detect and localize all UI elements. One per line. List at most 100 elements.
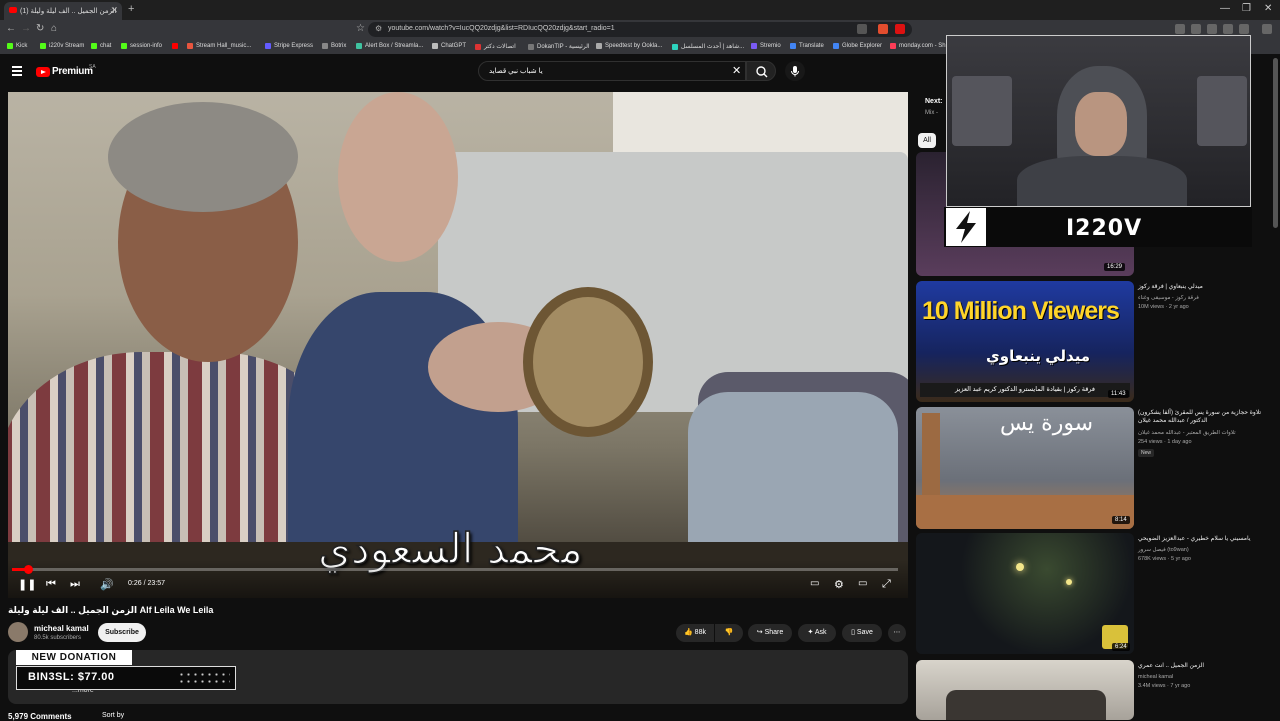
thumbs-up-icon: 👍 — [684, 629, 693, 636]
bookmark-item[interactable]: Stream Hall_music... — [187, 43, 251, 49]
bookmark-item[interactable] — [172, 43, 181, 49]
new-tab-button[interactable]: + — [128, 3, 134, 15]
bookmark-label: DokanTIP - الرئيسية — [537, 44, 590, 50]
voice-search-button[interactable] — [785, 61, 805, 81]
thumbnail-people — [946, 690, 1106, 720]
address-bar[interactable]: ⚙ youtube.com/watch?v=IucQQ20zdjg&list=R… — [368, 22, 912, 37]
theater-mode-icon[interactable]: ▭ — [858, 578, 867, 589]
ask-button[interactable]: ✦ Ask — [798, 624, 836, 642]
save-label: Save — [856, 629, 873, 636]
cast-icon[interactable] — [857, 24, 867, 34]
scrubber-handle[interactable] — [24, 565, 33, 574]
bookmark-item[interactable]: شاهد | أحدث المسلسل... — [672, 43, 744, 50]
youtube-logo-icon[interactable] — [36, 67, 50, 77]
bookmark-item[interactable]: Stripe Express — [265, 43, 313, 49]
sort-comments-button[interactable]: Sort by — [102, 712, 124, 719]
related-video-thumbnail[interactable]: سورة يس — [916, 407, 1134, 529]
bookmark-item[interactable]: Speedtest by Ookla... — [596, 43, 662, 49]
bookmark-item[interactable]: DokanTIP - الرئيسية — [528, 43, 590, 50]
bookmark-favicon-icon — [475, 43, 481, 50]
channel-avatar[interactable] — [8, 622, 28, 642]
extension-icon[interactable] — [878, 24, 888, 34]
captions-icon[interactable]: ▭ — [810, 578, 819, 589]
bookmark-item[interactable]: monday.com - Sh... — [890, 43, 951, 49]
extension-icon[interactable] — [1175, 24, 1185, 34]
bookmark-favicon-icon — [322, 43, 328, 49]
video-duration: 11:43 — [1108, 390, 1129, 398]
next-icon[interactable]: ⏭ — [70, 578, 80, 591]
home-icon[interactable]: ⌂ — [51, 23, 57, 34]
extension-icon[interactable] — [1191, 24, 1201, 34]
extension-icon[interactable] — [1223, 24, 1233, 34]
search-input[interactable]: يا شباب نبي قصايد — [478, 61, 746, 81]
bookmark-star-icon[interactable]: ☆ — [356, 23, 365, 34]
bookmark-item[interactable]: i220v Stream — [40, 43, 84, 49]
video-duration: 6:24 — [1112, 643, 1130, 651]
maximize-icon[interactable]: ❐ — [1242, 3, 1251, 14]
related-video-channel[interactable]: فيصل سرور (to9wan) — [1138, 546, 1273, 554]
minimize-icon[interactable]: — — [1220, 3, 1230, 14]
profile-icon[interactable] — [1239, 24, 1249, 34]
related-video-stats: 254 views · 1 day ago — [1138, 439, 1192, 445]
fullscreen-icon[interactable]: ⤢ — [882, 578, 891, 591]
related-video-channel[interactable]: micheal kamal — [1138, 673, 1273, 681]
settings-gear-icon[interactable]: ⚙ — [834, 578, 844, 591]
bookmark-item[interactable]: Stremio — [751, 43, 781, 49]
bookmark-label: monday.com - Sh... — [899, 43, 951, 49]
forward-icon[interactable]: → — [21, 23, 31, 34]
thumbnail-subheadline: ميدلي ينبعاوي — [986, 348, 1091, 365]
hamburger-menu-icon[interactable] — [12, 66, 22, 78]
bookmark-item[interactable]: chat — [91, 43, 111, 49]
back-icon[interactable]: ← — [6, 23, 16, 34]
related-video-channel[interactable]: تلاوات الطريق المعتبر - عبدالله محمد غيل… — [1138, 429, 1273, 437]
related-video-title[interactable]: ميدلي ينبعاوي | فرقة ركوز — [1138, 283, 1273, 291]
premium-logo-text[interactable]: Premium — [52, 66, 93, 77]
donation-decoration — [178, 671, 230, 685]
volume-icon[interactable]: 🔊 — [100, 578, 114, 591]
video-frame — [8, 92, 908, 598]
related-video-channel[interactable]: فرقة ركوز - موسيقى وغناء — [1138, 294, 1273, 302]
reload-icon[interactable]: ↻ — [36, 23, 44, 34]
related-video-thumbnail[interactable] — [916, 533, 1134, 654]
bookmark-item[interactable]: Translate — [790, 43, 824, 49]
related-video-title[interactable]: يامسيني يا سلام خطيري - عبدالعزيز الضويح… — [1138, 535, 1273, 543]
search-button[interactable] — [746, 61, 776, 81]
menu-dots-icon[interactable] — [1262, 24, 1272, 34]
page-scrollbar[interactable] — [1273, 58, 1278, 228]
related-video-title[interactable]: الزمن الجميل .. انت عمري — [1138, 662, 1273, 670]
video-title: الزمن الجميل .. الف ليلة وليلة Alf Leila… — [8, 605, 214, 615]
pause-icon[interactable]: ❚❚ — [18, 578, 36, 591]
extension-icon[interactable] — [1207, 24, 1217, 34]
related-video-thumbnail[interactable] — [916, 660, 1134, 720]
bookmark-item[interactable]: اتصالات دكتر — [475, 43, 516, 50]
streamer-webcam — [946, 35, 1251, 207]
site-info-icon[interactable]: ⚙ — [375, 24, 382, 33]
more-actions-icon[interactable]: ⋯ — [888, 624, 906, 642]
clear-search-icon[interactable]: ✕ — [732, 64, 741, 77]
streamer-logo — [946, 208, 986, 246]
bookmark-item[interactable]: session-info — [121, 43, 162, 49]
bookmark-item[interactable]: ChatGPT — [432, 43, 466, 49]
region-code: SA — [89, 64, 96, 70]
like-button[interactable]: 👍 88k — [676, 624, 714, 642]
bookmark-item[interactable]: Alert Box / Streamla... — [356, 43, 423, 49]
previous-icon[interactable]: ⏮ — [46, 578, 56, 591]
related-video-thumbnail[interactable]: 10 Million Viewers ميدلي ينبعاوي فرقة رك… — [916, 281, 1134, 402]
bookmark-item[interactable]: Kick — [7, 43, 27, 49]
bookmark-item[interactable]: Globe Explorer — [833, 43, 882, 49]
dislike-button[interactable]: 👎 — [715, 624, 743, 642]
extension-alert-icon[interactable] — [895, 24, 905, 34]
close-window-icon[interactable]: ✕ — [1264, 3, 1272, 14]
next-up-label: Next: — [925, 98, 943, 105]
filter-chip-all[interactable]: All — [918, 133, 936, 148]
subscribe-button[interactable]: Subscribe — [98, 623, 146, 642]
share-button[interactable]: ↪ Share — [748, 624, 792, 642]
channel-name[interactable]: micheal kamal — [34, 624, 89, 633]
save-button[interactable]: ▯ Save — [842, 624, 882, 642]
bookmark-item[interactable]: Botrix — [322, 43, 346, 49]
related-video-title[interactable]: (ألفا يشكرون) تلاوة حجازية من سورة يس لل… — [1138, 409, 1273, 425]
video-player[interactable] — [8, 92, 908, 598]
browser-tab[interactable]: (1) الزمن الجميل .. الف ليلة وليلة ✕ — [4, 2, 122, 20]
progress-bar[interactable] — [12, 568, 898, 571]
close-tab-icon[interactable]: ✕ — [110, 5, 118, 16]
